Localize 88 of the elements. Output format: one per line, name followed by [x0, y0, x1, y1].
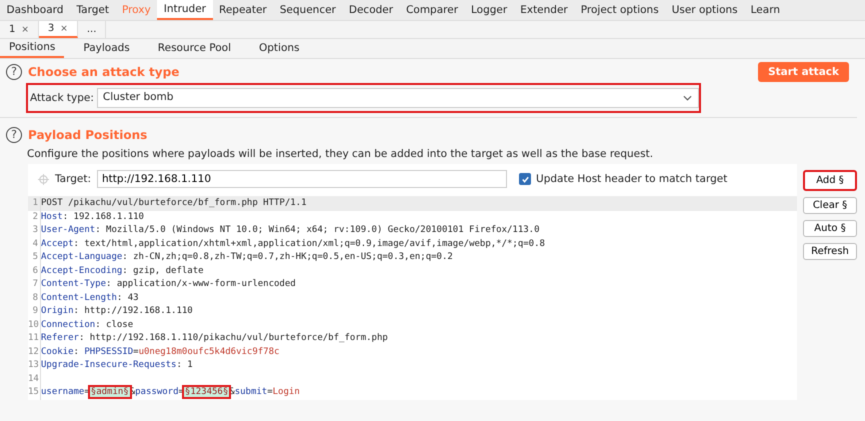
position-button[interactable]: Auto § — [803, 220, 857, 237]
section-title: Choose an attack type — [28, 65, 180, 79]
chevron-down-icon — [682, 95, 692, 101]
target-label: Target: — [55, 173, 92, 185]
line-number: 4 — [28, 238, 41, 251]
line-number: 15 — [28, 386, 41, 400]
line-number: 12 — [28, 346, 41, 359]
request-text: : 43 — [116, 292, 139, 302]
request-text: : text/html,application/xhtml+xml,application/xml;q=0.9,image/avif,image/webp,*/*;q=0.8 — [74, 238, 545, 248]
line-number: 8 — [28, 292, 41, 305]
line-number: 14 — [28, 372, 41, 386]
attack-tab[interactable]: ... — [78, 21, 106, 38]
help-icon[interactable]: ? — [6, 127, 22, 143]
request-text: : zh-CN,zh;q=0.8,zh-TW;q=0.7,zh-HK;q=0.5,en-US;q=0.3,en;q=0.2 — [122, 252, 453, 262]
attack-type-label: Attack type: — [30, 92, 94, 104]
request-text: : http://192.168.1.110/pikachu/vul/burteforce/bf_form.php — [78, 333, 388, 343]
attack-tab[interactable]: 3 × — [38, 21, 78, 38]
line-number: 6 — [28, 264, 41, 278]
header-name: Referer — [41, 333, 79, 343]
payload-marker: §admin§ — [90, 387, 130, 397]
header-name: Accept-Encoding — [41, 266, 122, 276]
header-name: PHPSESSID — [84, 346, 134, 356]
header-name: Content-Length — [41, 292, 117, 302]
target-field[interactable]: http://192.168.1.110 — [97, 170, 508, 188]
parameter-value: u0neg18m0oufc5k4d6vic9f78c — [138, 346, 280, 356]
position-button[interactable]: Add § — [803, 170, 857, 191]
request-text: : http://192.168.1.110 — [74, 306, 193, 316]
close-icon[interactable]: × — [60, 24, 68, 34]
line-number: 1 — [28, 197, 41, 210]
header-name: username — [41, 387, 84, 397]
parameter-value: Login — [272, 387, 300, 397]
request-text: : 1 — [176, 360, 193, 370]
main-tab[interactable]: Learn — [744, 0, 786, 20]
position-button[interactable]: Refresh — [803, 243, 857, 260]
header-name: password — [135, 387, 178, 397]
line-number: 2 — [28, 210, 41, 224]
request-text: : 192.168.1.110 — [62, 212, 144, 222]
header-name: Accept-Language — [41, 252, 122, 262]
attack-type-dropdown[interactable]: Cluster bomb — [96, 88, 699, 108]
header-name: submit — [234, 387, 268, 397]
checkbox-label: Update Host header to match target — [536, 173, 728, 185]
line-number: 5 — [28, 251, 41, 264]
main-tab[interactable]: Decoder — [342, 0, 400, 20]
sub-tab[interactable]: Payloads — [74, 39, 139, 58]
header-name: Origin — [41, 306, 74, 316]
request-text: : Mozilla/5.0 (Windows NT 10.0; Win64; x64; rv:109.0) Gecko/20100101 Firefox/113.0 — [95, 225, 540, 235]
request-editor[interactable] — [28, 196, 797, 400]
header-name: Content-Type — [41, 279, 106, 289]
position-button[interactable]: Clear § — [803, 197, 857, 214]
header-name: Upgrade-Insecure-Requests — [41, 360, 176, 370]
main-tab[interactable]: Sequencer — [273, 0, 342, 20]
request-text: : gzip, deflate — [122, 266, 204, 276]
request-text: = — [133, 346, 139, 356]
main-tab[interactable]: User options — [665, 0, 744, 20]
sub-tab[interactable]: Resource Pool — [148, 39, 240, 58]
main-tab[interactable]: Comparer — [400, 0, 465, 20]
header-name: Host — [41, 212, 63, 222]
line-number: 3 — [28, 224, 41, 238]
section-description: Configure the positions where payloads will be inserted, they can be added into the target as well as the base request. — [27, 148, 654, 160]
main-tab[interactable]: Extender — [514, 0, 574, 20]
main-tab[interactable]: Intruder — [157, 0, 213, 20]
main-tab[interactable]: Dashboard — [0, 0, 70, 20]
line-number: 13 — [28, 359, 41, 372]
main-tab[interactable]: Logger — [464, 0, 514, 20]
header-name: Connection — [41, 320, 96, 330]
section-title: Payload Positions — [28, 128, 148, 142]
main-tab[interactable]: Target — [70, 0, 116, 20]
request-text: : application/x-www-form-urlencoded — [106, 279, 296, 289]
line-number: 9 — [28, 305, 41, 318]
checkbox[interactable] — [519, 173, 532, 185]
request-text: : — [74, 346, 80, 356]
payload-marker: §123456§ — [184, 387, 230, 397]
main-tab[interactable]: Project options — [574, 0, 666, 20]
request-text: POST /pikachu/vul/burteforce/bf_form.php HTTP/1.1 — [41, 198, 307, 208]
header-name: Cookie — [41, 346, 74, 356]
line-number: 7 — [28, 278, 41, 292]
sub-tab[interactable]: Positions — [0, 39, 64, 58]
request-text: = — [267, 387, 273, 397]
main-tab[interactable]: Repeater — [212, 0, 274, 20]
close-icon[interactable]: × — [21, 24, 29, 34]
header-name: Accept — [41, 238, 74, 248]
sub-tab[interactable]: Options — [250, 39, 309, 58]
header-name: User-Agent — [41, 225, 96, 235]
request-text: : close — [95, 320, 134, 330]
help-icon[interactable]: ? — [6, 64, 22, 80]
line-number: 10 — [28, 318, 41, 332]
line-number: 11 — [28, 332, 41, 346]
crosshair-icon — [38, 174, 49, 184]
